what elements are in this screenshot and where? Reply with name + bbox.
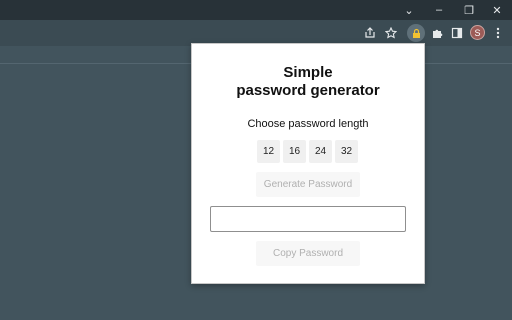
extensions-puzzle-icon[interactable] xyxy=(428,24,446,42)
length-option-24[interactable]: 24 xyxy=(309,140,332,163)
popup-title-line2: password generator xyxy=(236,82,380,99)
popup-title: Simple password generator xyxy=(192,64,424,100)
profile-avatar[interactable]: S xyxy=(470,25,485,40)
generate-password-button[interactable]: Generate Password xyxy=(256,172,360,197)
share-icon[interactable] xyxy=(361,24,379,42)
popup-title-line1: Simple xyxy=(283,64,333,81)
menu-kebab-icon[interactable] xyxy=(489,24,507,42)
length-label: Choose password length xyxy=(247,118,369,130)
password-output-field[interactable] xyxy=(210,206,406,232)
side-panel-icon[interactable] xyxy=(448,24,466,42)
extension-popup: Simple password generator Choose passwor… xyxy=(191,43,425,284)
length-option-12[interactable]: 12 xyxy=(257,140,280,163)
length-option-16[interactable]: 16 xyxy=(283,140,306,163)
minimize-button[interactable]: – xyxy=(424,0,454,20)
bookmark-star-icon[interactable] xyxy=(382,24,400,42)
copy-password-button[interactable]: Copy Password xyxy=(256,241,360,266)
password-extension-lock-icon[interactable] xyxy=(407,24,425,42)
close-button[interactable]: ✕ xyxy=(482,0,512,20)
tab-search-chevron-icon[interactable]: ⌄ xyxy=(394,0,424,20)
length-option-32[interactable]: 32 xyxy=(335,140,358,163)
restore-button[interactable]: ❐ xyxy=(454,0,484,20)
